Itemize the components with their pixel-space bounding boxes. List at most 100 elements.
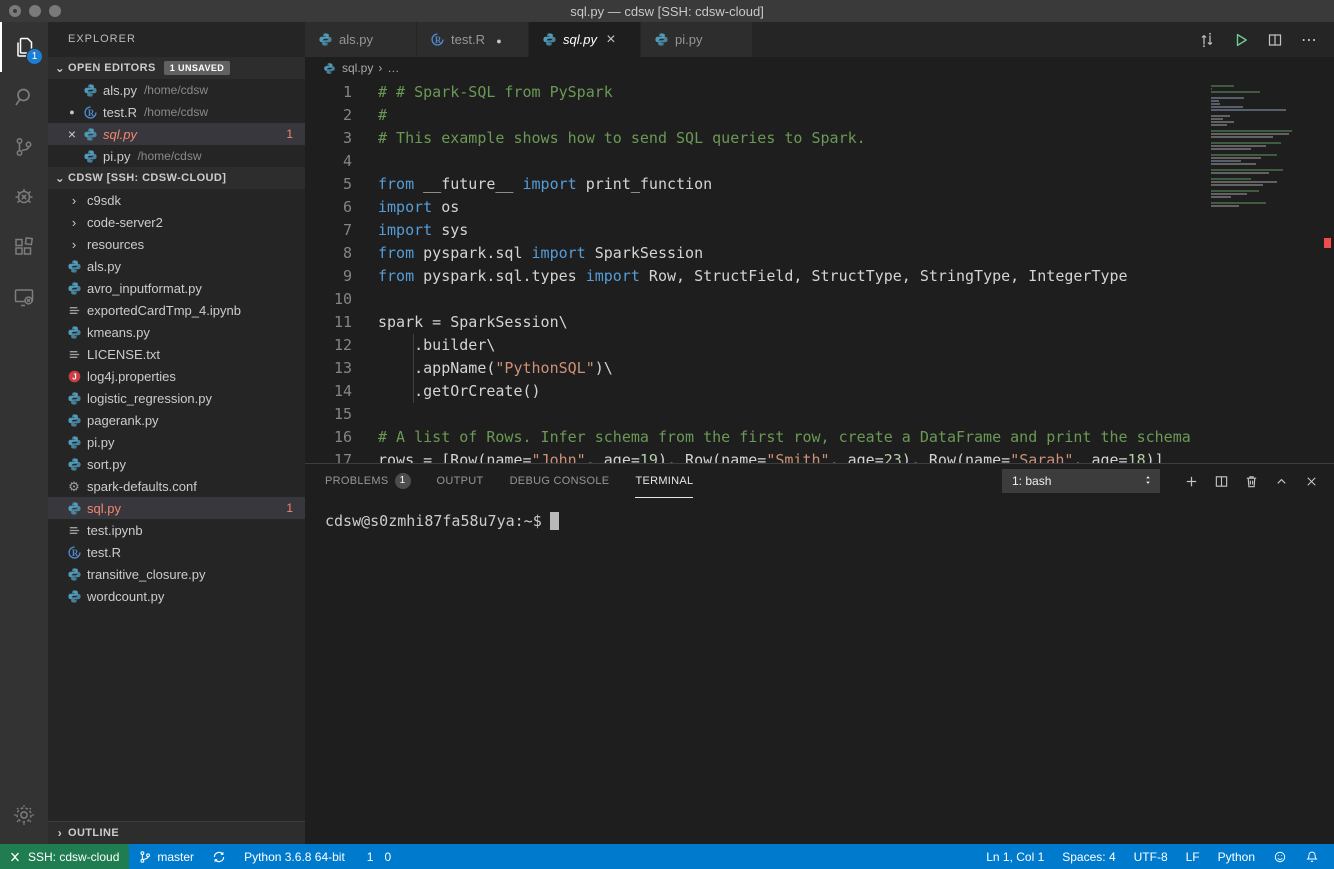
code-line-15[interactable]: 15 <box>305 403 1334 426</box>
activity-item-explorer[interactable]: 1 <box>0 22 48 72</box>
minimap-line <box>1211 196 1231 198</box>
tree-item-pi.py[interactable]: pi.py <box>48 431 305 453</box>
python-icon <box>66 280 82 296</box>
open-editor-als.py[interactable]: als.py/home/cdsw <box>48 79 305 101</box>
close-panel-icon[interactable] <box>1303 473 1320 490</box>
code-line-8[interactable]: 8from pyspark.sql import SparkSession <box>305 242 1334 265</box>
code-line-6[interactable]: 6import os <box>305 196 1334 219</box>
tree-item-wordcount.py[interactable]: wordcount.py <box>48 585 305 607</box>
breadcrumb-file[interactable]: sql.py <box>342 61 373 75</box>
chevron-right-icon: › <box>66 193 82 208</box>
remote-indicator[interactable]: SSH: cdsw-cloud <box>0 844 129 869</box>
code-line-2[interactable]: 2# <box>305 104 1334 127</box>
tree-item-test.R[interactable]: Rtest.R <box>48 541 305 563</box>
minimap-line <box>1211 109 1286 111</box>
code-line-1[interactable]: 1# # Spark-SQL from PySpark <box>305 81 1334 104</box>
minimap[interactable] <box>1211 85 1295 208</box>
code-line-10[interactable]: 10 <box>305 288 1334 311</box>
activity-item-extensions[interactable] <box>0 222 48 272</box>
code-line-12[interactable]: 12 .builder\ <box>305 334 1334 357</box>
problems-item[interactable]: 1 0 <box>354 850 400 864</box>
tree-item-exportedCardTmp_4.ipynb[interactable]: exportedCardTmp_4.ipynb <box>48 299 305 321</box>
tab-test.R[interactable]: Rtest.R● <box>417 22 529 57</box>
panel-tab-problems[interactable]: PROBLEMS1 <box>325 464 411 498</box>
open-editor-test.R[interactable]: ●Rtest.R/home/cdsw <box>48 101 305 123</box>
panel-tab-output[interactable]: OUTPUT <box>437 464 484 498</box>
code-line-14[interactable]: 14 .getOrCreate() <box>305 380 1334 403</box>
tab-als.py[interactable]: als.py <box>305 22 417 57</box>
minimize-window-button[interactable] <box>29 5 41 17</box>
tab-sql.py[interactable]: sql.py× <box>529 22 641 57</box>
activity-item-debug[interactable] <box>0 172 48 222</box>
code-line-11[interactable]: 11spark = SparkSession\ <box>305 311 1334 334</box>
outline-header[interactable]: › OUTLINE <box>48 821 305 844</box>
new-terminal-icon[interactable] <box>1183 473 1200 490</box>
python-interpreter-item[interactable]: Python 3.6.8 64-bit <box>235 850 354 864</box>
tree-item-code-server2[interactable]: ›code-server2 <box>48 211 305 233</box>
debug-icon <box>12 185 36 209</box>
tree-item-pagerank.py[interactable]: pagerank.py <box>48 409 305 431</box>
tree-item-sql.py[interactable]: sql.py1 <box>48 497 305 519</box>
tree-item-spark-defaults.conf[interactable]: ⚙spark-defaults.conf <box>48 475 305 497</box>
code-line-4[interactable]: 4 <box>305 150 1334 173</box>
code-line-5[interactable]: 5from __future__ import print_function <box>305 173 1334 196</box>
minimap-line <box>1211 154 1277 156</box>
activity-item-remote-explorer[interactable] <box>0 272 48 322</box>
tree-item-logistic_regression.py[interactable]: logistic_regression.py <box>48 387 305 409</box>
git-branch-item[interactable]: master <box>129 850 203 864</box>
terminal-output[interactable]: cdsw@s0zmhi87fa58u7ya:~$ <box>305 498 1334 530</box>
branch-label: master <box>157 850 194 864</box>
tree-item-kmeans.py[interactable]: kmeans.py <box>48 321 305 343</box>
folder-section-header[interactable]: ⌄ CDSW [SSH: CDSW-CLOUD] <box>48 167 305 189</box>
code-line-13[interactable]: 13 .appName("PythonSQL")\ <box>305 357 1334 380</box>
close-icon[interactable]: × <box>62 127 82 141</box>
kill-terminal-icon[interactable] <box>1243 473 1260 490</box>
encoding-item[interactable]: UTF-8 <box>1125 850 1177 864</box>
tree-item-avro_inputformat.py[interactable]: avro_inputformat.py <box>48 277 305 299</box>
activity-item-search[interactable] <box>0 72 48 122</box>
open-changes-icon[interactable] <box>1198 31 1216 49</box>
run-python-file-icon[interactable] <box>1232 31 1250 49</box>
tree-item-log4j.properties[interactable]: Jlog4j.properties <box>48 365 305 387</box>
code-line-9[interactable]: 9from pyspark.sql.types import Row, Stru… <box>305 265 1334 288</box>
cursor-position-item[interactable]: Ln 1, Col 1 <box>977 850 1053 864</box>
notifications-item[interactable] <box>1296 850 1328 864</box>
more-actions-icon[interactable]: ⋯ <box>1300 31 1318 49</box>
zoom-window-button[interactable] <box>49 5 61 17</box>
panel-tab-terminal[interactable]: TERMINAL <box>635 464 693 498</box>
tree-item-test.ipynb[interactable]: test.ipynb <box>48 519 305 541</box>
breadcrumb-more[interactable]: … <box>387 61 399 75</box>
indentation-item[interactable]: Spaces: 4 <box>1053 850 1124 864</box>
code-line-3[interactable]: 3# This example shows how to send SQL qu… <box>305 127 1334 150</box>
code-line-16[interactable]: 16# A list of Rows. Infer schema from th… <box>305 426 1334 449</box>
window-controls[interactable] <box>9 5 61 17</box>
breadcrumb[interactable]: sql.py › … <box>305 57 1334 79</box>
open-editor-pi.py[interactable]: pi.py/home/cdsw <box>48 145 305 167</box>
code-line-7[interactable]: 7import sys <box>305 219 1334 242</box>
split-editor-icon[interactable] <box>1266 31 1284 49</box>
open-editor-sql.py[interactable]: ×sql.py1 <box>48 123 305 145</box>
activity-item-source-control[interactable] <box>0 122 48 172</box>
maximize-panel-icon[interactable] <box>1273 473 1290 490</box>
tree-item-als.py[interactable]: als.py <box>48 255 305 277</box>
open-editors-header[interactable]: ⌄ OPEN EDITORS 1 UNSAVED <box>48 57 305 79</box>
tree-item-c9sdk[interactable]: ›c9sdk <box>48 189 305 211</box>
panel-tab-debug-console[interactable]: DEBUG CONSOLE <box>510 464 610 498</box>
code-line-17[interactable]: 17rows = [Row(name="John", age=19), Row(… <box>305 449 1334 463</box>
close-icon[interactable]: × <box>603 32 619 48</box>
tree-item-resources[interactable]: ›resources <box>48 233 305 255</box>
code-editor[interactable]: 1# # Spark-SQL from PySpark2#3# This exa… <box>305 79 1334 463</box>
language-mode-item[interactable]: Python <box>1209 850 1264 864</box>
split-terminal-icon[interactable] <box>1213 473 1230 490</box>
activity-item-settings[interactable] <box>12 803 36 830</box>
tree-item-LICENSE.txt[interactable]: LICENSE.txt <box>48 343 305 365</box>
close-window-button[interactable] <box>9 5 21 17</box>
sync-button[interactable] <box>203 850 235 864</box>
eol-item[interactable]: LF <box>1177 850 1209 864</box>
tree-item-transitive_closure.py[interactable]: transitive_closure.py <box>48 563 305 585</box>
tree-item-sort.py[interactable]: sort.py <box>48 453 305 475</box>
terminal-select[interactable]: 1: bash <box>1002 469 1160 493</box>
feedback-item[interactable] <box>1264 850 1296 864</box>
file-name: pi.py <box>87 435 114 450</box>
tab-pi.py[interactable]: pi.py <box>641 22 753 57</box>
